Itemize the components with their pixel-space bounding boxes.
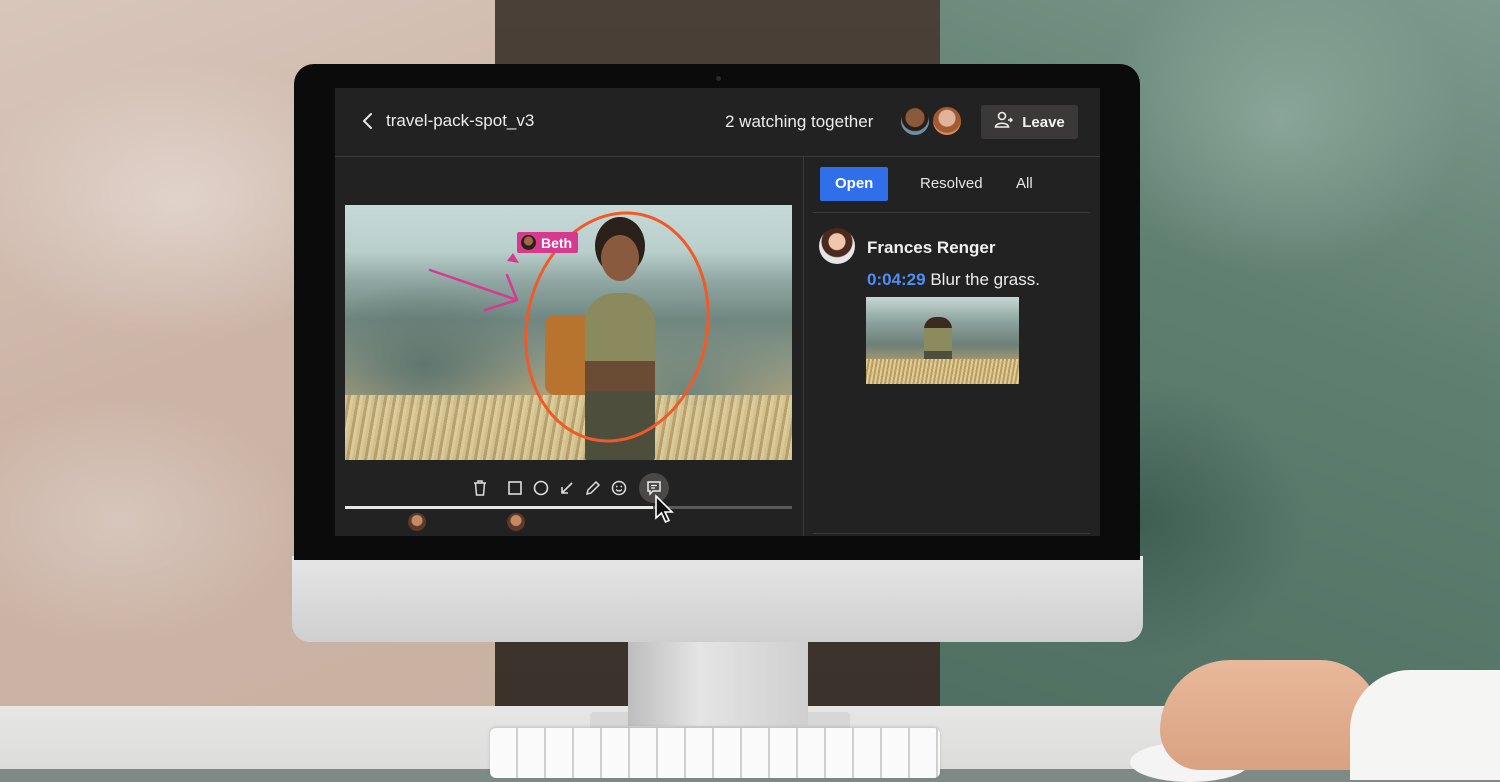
leave-person-icon	[994, 111, 1014, 133]
comment-filter-tabs: Open Resolved All	[820, 167, 1090, 203]
tab-open[interactable]: Open	[820, 167, 889, 201]
monitor-stand	[628, 636, 808, 726]
back-chevron-icon[interactable]	[359, 110, 377, 132]
arrow-icon[interactable]	[556, 477, 578, 499]
tabs-divider	[813, 212, 1090, 213]
pane-divider	[803, 157, 804, 536]
top-bar: travel-pack-spot_v3 2 watching together …	[335, 88, 1100, 157]
leave-label: Leave	[1022, 113, 1065, 131]
timeline-scrubber[interactable]	[345, 506, 792, 509]
webcam-dot	[716, 76, 721, 81]
pen-icon[interactable]	[582, 477, 604, 499]
comment-thumbnail[interactable]	[866, 297, 1019, 384]
timeline-comment-marker[interactable]	[408, 513, 426, 531]
comment-message: Blur the grass.	[930, 270, 1040, 289]
annotation-user-tag: Beth	[517, 232, 579, 253]
viewer-avatar[interactable]	[931, 105, 963, 137]
tab-all[interactable]: All	[1016, 167, 1033, 201]
annotation-toolbar	[467, 473, 677, 503]
viewer-avatar[interactable]	[899, 105, 931, 137]
hand	[1160, 660, 1380, 770]
comment-author: Frances Renger	[867, 238, 996, 257]
emoji-icon[interactable]	[608, 477, 630, 499]
comment-timecode[interactable]: 0:04:29	[867, 270, 926, 289]
beth-avatar	[521, 235, 536, 250]
video-frame[interactable]: Beth	[345, 205, 792, 460]
sleeve	[1350, 670, 1500, 780]
arrow-annotation	[428, 268, 519, 312]
watching-status: 2 watching together	[725, 112, 874, 131]
thumbnail-grass	[866, 359, 1019, 384]
comment-text: 0:04:29 Blur the grass.	[867, 270, 1040, 290]
comment-author-avatar	[819, 228, 855, 264]
pointer-triangle	[507, 253, 519, 263]
file-title: travel-pack-spot_v3	[386, 111, 535, 130]
panel-bottom-divider	[813, 533, 1090, 534]
square-icon[interactable]	[504, 477, 526, 499]
trash-icon[interactable]	[469, 477, 491, 499]
monitor-chin	[292, 556, 1143, 642]
mouse-cursor-icon	[653, 494, 677, 531]
tab-resolved[interactable]: Resolved	[920, 167, 983, 201]
keyboard	[490, 728, 940, 778]
annotation-user-name: Beth	[541, 234, 573, 251]
leave-button[interactable]: Leave	[981, 105, 1078, 139]
app-screen: travel-pack-spot_v3 2 watching together …	[335, 88, 1100, 536]
circle-icon[interactable]	[530, 477, 552, 499]
timeline-progress	[345, 506, 654, 509]
timeline-comment-marker[interactable]	[507, 513, 525, 531]
